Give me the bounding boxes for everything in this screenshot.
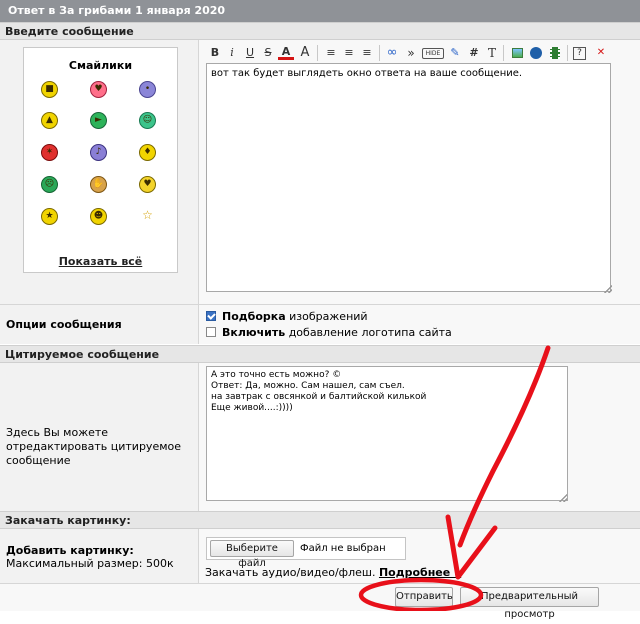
smiley-gun-icon[interactable]: ► (90, 112, 107, 129)
option-gallery-bold: Подборка (222, 310, 286, 323)
smiley-wave-icon[interactable]: ♦ (139, 144, 156, 161)
star-icon[interactable]: ☆ (139, 208, 156, 225)
italic-icon[interactable]: i (224, 44, 240, 62)
upload-row: Добавить картинку: Максимальный размер: … (0, 529, 640, 583)
toolbar-divider (567, 45, 568, 61)
more-info-link[interactable]: Подробнее » (379, 566, 461, 579)
hide-icon[interactable]: HIDE (422, 48, 444, 59)
resize-handle[interactable] (604, 285, 612, 293)
max-size-text: Максимальный размер: 500к (6, 557, 174, 570)
no-file-text: Файл не выбран (300, 543, 386, 554)
align-center-icon[interactable]: ≡ (341, 44, 357, 62)
upload-label-cell: Добавить картинку: Максимальный размер: … (0, 529, 199, 583)
preview-button[interactable]: Предварительный просмотр (460, 587, 599, 620)
smiley-laugh-icon[interactable]: ☻ (90, 208, 107, 225)
editor-toolbar: B i U S A A ≡ ≡ ≡ ∞ » HIDE ✎ # T ? ✕ (207, 44, 617, 64)
media-upload-label: Закачать аудио/видео/флеш. (205, 566, 376, 579)
quote-textarea[interactable]: А это точно есть можно? © Ответ: Да, мож… (206, 366, 568, 501)
section-header-message: Введите сообщение (0, 22, 640, 40)
image-icon[interactable] (509, 44, 525, 62)
options-row: Опции сообщения Подборка изображений Вкл… (0, 304, 640, 344)
window-title: Ответ в За грибами 1 января 2020 (0, 0, 640, 22)
message-textarea[interactable]: вот так будет выглядеть окно ответа на в… (206, 63, 611, 292)
link-icon[interactable]: ∞ (384, 44, 400, 62)
bold-icon[interactable]: B (207, 44, 223, 62)
section-header-upload: Закачать картинку: (0, 511, 640, 529)
smiley-fight-icon[interactable]: ✶ (41, 144, 58, 161)
underline-icon[interactable]: U (242, 44, 258, 62)
quote-help-text: Здесь Вы можете отредактировать цитируем… (6, 426, 182, 467)
option-gallery-text: изображений (285, 310, 368, 323)
toolbar-divider (317, 45, 318, 61)
font-size-icon[interactable]: A (297, 44, 313, 62)
text-color-icon[interactable]: A (278, 44, 294, 60)
message-row: Смайлики ■ ♥ • ▲ ► ☺ ✶ ♪ ♦ ☹ ✋ ♥ ★ ☻ ☆ П… (0, 40, 640, 304)
gallery-checkbox[interactable] (206, 311, 216, 321)
choose-file-button[interactable]: Выберите файл (210, 540, 294, 569)
toolbar-divider (379, 45, 380, 61)
help-icon[interactable]: ? (573, 47, 586, 60)
smiley-medal-icon[interactable]: ★ (41, 208, 58, 225)
smiley-green-sad-icon[interactable]: ☹ (41, 176, 58, 193)
close-icon[interactable]: ✕ (593, 44, 609, 62)
logo-checkbox[interactable] (206, 327, 216, 337)
submit-button[interactable]: Отправить (395, 587, 453, 607)
quote-help-cell: Здесь Вы можете отредактировать цитируем… (0, 363, 199, 511)
smiley-thumbs-up-icon[interactable]: ▲ (41, 112, 58, 129)
resize-handle[interactable] (559, 494, 567, 502)
align-left-icon[interactable]: ≡ (323, 44, 339, 62)
text-icon[interactable]: T (484, 44, 500, 62)
editor-cell: B i U S A A ≡ ≡ ≡ ∞ » HIDE ✎ # T ? ✕ вот… (199, 40, 640, 304)
actions-row: Отправить Предварительный просмотр (0, 583, 640, 620)
video-icon[interactable] (547, 44, 563, 62)
option-logo-text: добавление логотипа сайта (285, 326, 452, 339)
option-gallery[interactable]: Подборка изображений (206, 310, 368, 323)
smiley-green-icon[interactable]: ☺ (139, 112, 156, 129)
media-upload-text: Закачать аудио/видео/флеш. Подробнее » (205, 566, 461, 579)
section-header-quoted: Цитируемое сообщение (0, 345, 640, 363)
edit-icon[interactable]: ✎ (447, 44, 463, 62)
smilies-panel: Смайлики ■ ♥ • ▲ ► ☺ ✶ ♪ ♦ ☹ ✋ ♥ ★ ☻ ☆ П… (23, 47, 178, 273)
hash-icon[interactable]: # (466, 44, 482, 62)
options-label-cell: Опции сообщения (0, 305, 199, 344)
quote-icon[interactable]: » (403, 44, 419, 62)
file-input[interactable]: Выберите файл Файл не выбран (206, 537, 406, 569)
strikethrough-icon[interactable]: S (260, 44, 276, 62)
upload-cell: Выберите файл Файл не выбран Закачать ау… (199, 529, 640, 583)
smiley-clap-icon[interactable]: ✋ (90, 176, 107, 193)
flash-icon[interactable] (528, 44, 544, 62)
smilies-title: Смайлики (68, 59, 133, 72)
upload-label: Добавить картинку: (6, 544, 134, 557)
show-all-smilies-link[interactable]: Показать всё (24, 255, 177, 268)
smilies-cell: Смайлики ■ ♥ • ▲ ► ☺ ✶ ♪ ♦ ☹ ✋ ♥ ★ ☻ ☆ П… (0, 40, 199, 304)
smiley-hug-icon[interactable]: ♥ (139, 176, 156, 193)
align-right-icon[interactable]: ≡ (359, 44, 375, 62)
option-logo-bold: Включить (222, 326, 286, 339)
smiley-purple-icon[interactable]: • (139, 81, 156, 98)
option-logo[interactable]: Включить добавление логотипа сайта (206, 326, 452, 339)
toolbar-divider (503, 45, 504, 61)
quote-row: Здесь Вы можете отредактировать цитируем… (0, 363, 640, 511)
options-label: Опции сообщения (6, 318, 122, 331)
smiley-cool-icon[interactable]: ■ (41, 81, 58, 98)
quote-cell: А это точно есть можно? © Ответ: Да, мож… (199, 363, 640, 511)
smiley-dance-icon[interactable]: ♪ (90, 144, 107, 161)
smiley-love-icon[interactable]: ♥ (90, 81, 107, 98)
